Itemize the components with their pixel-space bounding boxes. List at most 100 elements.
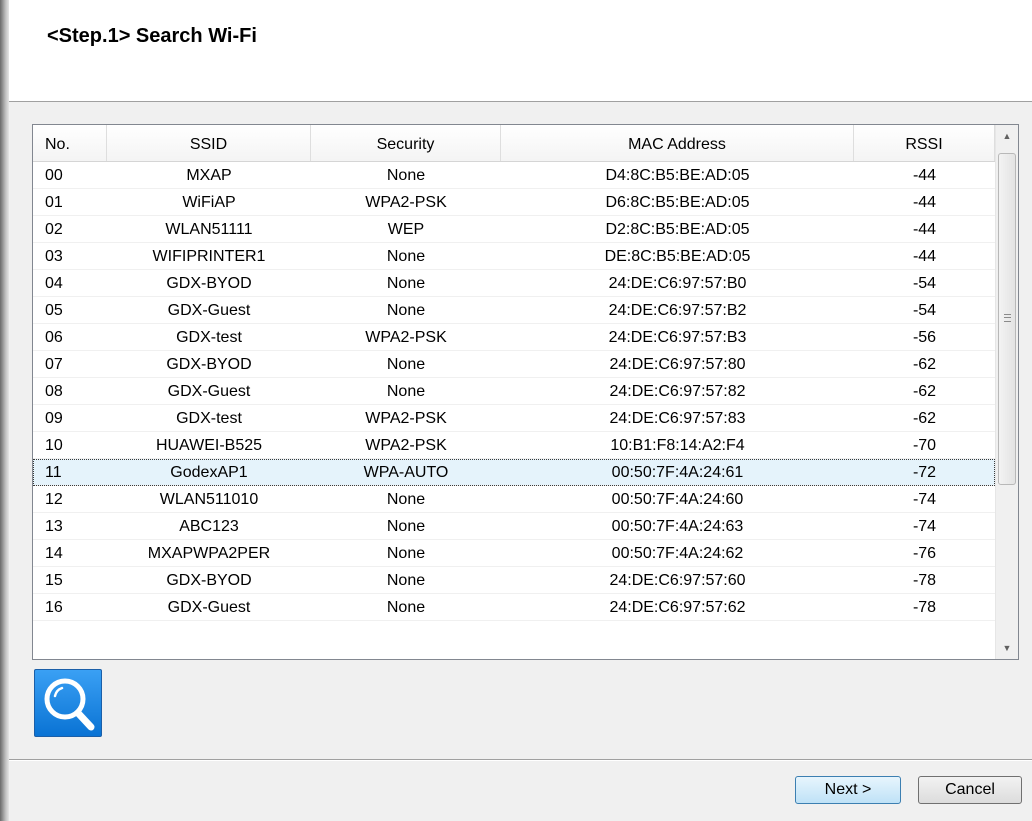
next-button[interactable]: Next > — [795, 776, 901, 804]
row-rssi: -62 — [912, 383, 937, 400]
row-mac-address: 00:50:7F:4A:24:63 — [611, 518, 744, 535]
table-row[interactable]: 06 GDX-test WPA2-PSK 24:DE:C6:97:57:B3 -56 — [33, 324, 995, 351]
scrollbar-thumb[interactable] — [998, 153, 1016, 485]
row-rssi: -62 — [912, 356, 937, 373]
row-ssid: WLAN51111 — [165, 221, 253, 238]
row-mac-address: 24:DE:C6:97:57:60 — [609, 572, 746, 589]
column-header-no[interactable]: No. — [33, 125, 107, 161]
row-mac-address: 24:DE:C6:97:57:83 — [609, 410, 746, 427]
row-mac-address: 00:50:7F:4A:24:62 — [611, 545, 744, 562]
cancel-button[interactable]: Cancel — [918, 776, 1022, 804]
row-ssid: GDX-test — [176, 329, 242, 346]
row-security: None — [386, 167, 426, 184]
row-no: 15 — [45, 572, 63, 589]
table-row[interactable]: 13 ABC123 None 00:50:7F:4A:24:63 -74 — [33, 513, 995, 540]
row-rssi: -44 — [912, 221, 937, 238]
window-left-edge — [0, 0, 9, 821]
row-mac-address: 10:B1:F8:14:A2:F4 — [610, 437, 745, 454]
row-rssi: -54 — [912, 302, 937, 319]
table-row[interactable]: 08 GDX-Guest None 24:DE:C6:97:57:82 -62 — [33, 378, 995, 405]
table-row[interactable]: 10 HUAWEI-B525 WPA2-PSK 10:B1:F8:14:A2:F4 -7… — [33, 432, 995, 459]
row-rssi: -78 — [912, 599, 937, 616]
step-title: <Step.1> Search Wi-Fi — [47, 25, 257, 47]
table-row[interactable]: 04 GDX-BYOD None 24:DE:C6:97:57:B0 -54 — [33, 270, 995, 297]
table-row[interactable]: 05 GDX-Guest None 24:DE:C6:97:57:B2 -54 — [33, 297, 995, 324]
vertical-scrollbar[interactable]: ▲ ▼ — [995, 125, 1018, 659]
scrollbar-grip-icon — [1004, 314, 1011, 322]
row-mac-address: 24:DE:C6:97:57:82 — [609, 383, 746, 400]
row-no: 00 — [45, 167, 63, 184]
row-rssi: -44 — [912, 248, 937, 265]
row-security: WPA2-PSK — [365, 437, 447, 454]
row-no: 01 — [45, 194, 63, 211]
row-no: 07 — [45, 356, 63, 373]
row-no: 13 — [45, 518, 63, 535]
search-wifi-button[interactable] — [34, 669, 102, 737]
column-header-mac-address[interactable]: MAC Address — [501, 125, 854, 161]
column-header-security[interactable]: Security — [311, 125, 501, 161]
table-row[interactable]: 11 GodexAP1 WPA-AUTO 00:50:7F:4A:24:61 -72 — [33, 459, 995, 486]
row-rssi: -54 — [912, 275, 937, 292]
row-security: None — [386, 275, 426, 292]
row-ssid: GDX-Guest — [167, 599, 251, 616]
column-header-ssid[interactable]: SSID — [107, 125, 311, 161]
table-row[interactable]: 01 WiFiAP WPA2-PSK D6:8C:B5:BE:AD:05 -44 — [33, 189, 995, 216]
row-rssi: -76 — [912, 545, 937, 562]
table-row[interactable]: 16 GDX-Guest None 24:DE:C6:97:57:62 -78 — [33, 594, 995, 621]
row-mac-address: D4:8C:B5:BE:AD:05 — [605, 167, 750, 184]
row-security: None — [386, 356, 426, 373]
row-rssi: -72 — [912, 464, 937, 481]
row-mac-address: D2:8C:B5:BE:AD:05 — [605, 221, 750, 238]
row-ssid: MXAPWPA2PER — [147, 545, 271, 562]
row-no: 05 — [45, 302, 63, 319]
table-row[interactable]: 03 WIFIPRINTER1 None DE:8C:B5:BE:AD:05 -44 — [33, 243, 995, 270]
wifi-list-rows: 00 MXAP None D4:8C:B5:BE:AD:05 -44 01 WiFiAP WP… — [33, 162, 995, 621]
row-security: WEP — [387, 221, 425, 238]
row-ssid: GDX-BYOD — [166, 572, 252, 589]
row-security: WPA-AUTO — [363, 464, 449, 481]
row-mac-address: 24:DE:C6:97:57:80 — [609, 356, 746, 373]
row-no: 02 — [45, 221, 63, 238]
table-row[interactable]: 09 GDX-test WPA2-PSK 24:DE:C6:97:57:83 -62 — [33, 405, 995, 432]
row-rssi: -56 — [912, 329, 937, 346]
table-row[interactable]: 00 MXAP None D4:8C:B5:BE:AD:05 -44 — [33, 162, 995, 189]
wifi-list[interactable]: No. SSID Security MAC Address RSSI 00 MXA… — [32, 124, 1019, 660]
table-row[interactable]: 02 WLAN51111 WEP D2:8C:B5:BE:AD:05 -44 — [33, 216, 995, 243]
table-row[interactable]: 07 GDX-BYOD None 24:DE:C6:97:57:80 -62 — [33, 351, 995, 378]
row-ssid: GDX-Guest — [167, 383, 251, 400]
row-rssi: -74 — [912, 491, 937, 508]
table-row[interactable]: 14 MXAPWPA2PER None 00:50:7F:4A:24:62 -76 — [33, 540, 995, 567]
row-security: None — [386, 491, 426, 508]
row-ssid: MXAP — [186, 167, 232, 184]
row-rssi: -70 — [912, 437, 937, 454]
row-no: 04 — [45, 275, 63, 292]
row-no: 03 — [45, 248, 63, 265]
scroll-down-arrow-icon[interactable]: ▼ — [996, 637, 1018, 659]
row-mac-address: D6:8C:B5:BE:AD:05 — [605, 194, 750, 211]
row-mac-address: 24:DE:C6:97:57:B2 — [608, 302, 747, 319]
row-no: 12 — [45, 491, 63, 508]
row-security: None — [386, 518, 426, 535]
row-rssi: -62 — [912, 410, 937, 427]
row-no: 16 — [45, 599, 63, 616]
row-ssid: HUAWEI-B525 — [155, 437, 263, 454]
row-no: 10 — [45, 437, 63, 454]
row-ssid: ABC123 — [179, 518, 239, 535]
row-ssid: GDX-Guest — [167, 302, 251, 319]
column-header: No. SSID Security MAC Address RSSI — [33, 125, 995, 162]
row-rssi: -74 — [912, 518, 937, 535]
row-mac-address: 00:50:7F:4A:24:61 — [611, 464, 744, 481]
table-row[interactable]: 12 WLAN511010 None 00:50:7F:4A:24:60 -74 — [33, 486, 995, 513]
column-header-rssi[interactable]: RSSI — [854, 125, 995, 161]
row-security: None — [386, 383, 426, 400]
scroll-up-arrow-icon[interactable]: ▲ — [996, 125, 1018, 147]
row-mac-address: 24:DE:C6:97:57:62 — [609, 599, 746, 616]
row-mac-address: DE:8C:B5:BE:AD:05 — [604, 248, 751, 265]
row-ssid: WIFIPRINTER1 — [152, 248, 266, 265]
row-security: None — [386, 248, 426, 265]
table-row[interactable]: 15 GDX-BYOD None 24:DE:C6:97:57:60 -78 — [33, 567, 995, 594]
row-security: WPA2-PSK — [365, 194, 447, 211]
row-security: None — [386, 599, 426, 616]
row-ssid: WLAN511010 — [159, 491, 259, 508]
row-ssid: GDX-BYOD — [166, 275, 252, 292]
